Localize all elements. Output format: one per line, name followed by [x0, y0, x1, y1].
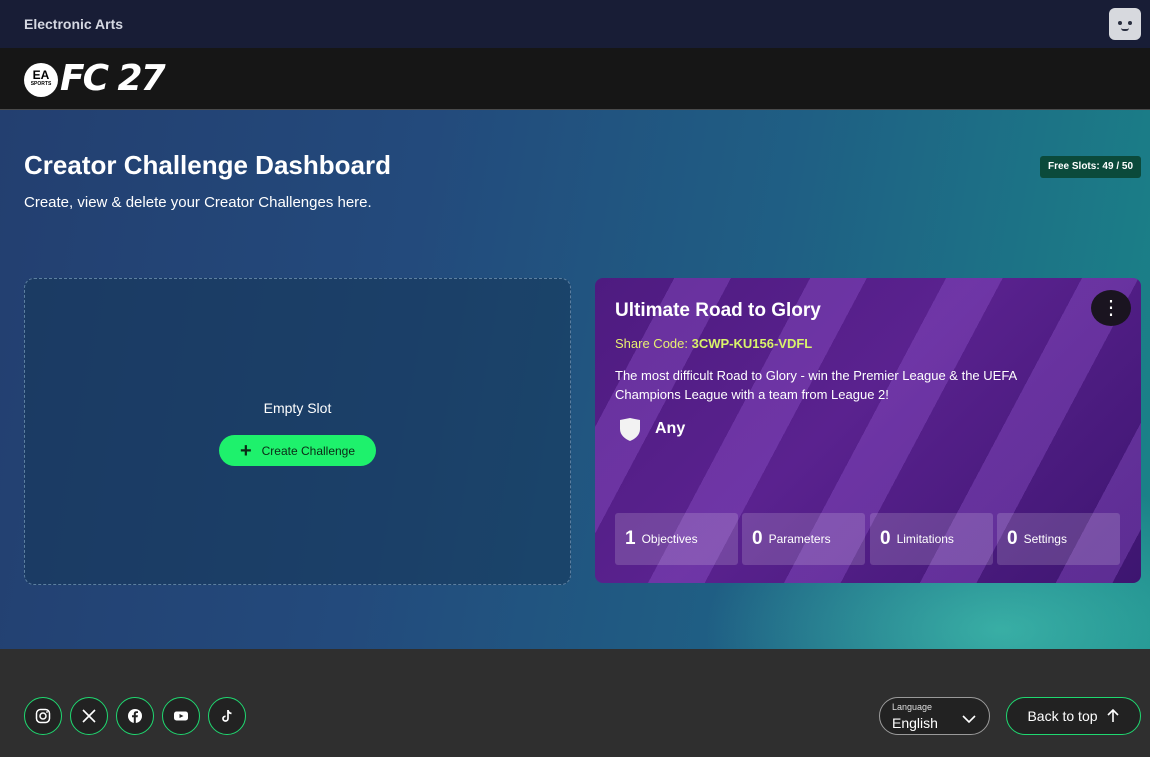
tiktok-link[interactable]: [208, 697, 246, 735]
stat-settings[interactable]: 0 Settings: [997, 513, 1120, 565]
ea-logo-text: EA: [32, 68, 50, 82]
create-challenge-button[interactable]: + Create Challenge: [219, 435, 376, 466]
share-code-label: Share Code:: [615, 336, 688, 351]
plus-icon: +: [239, 439, 252, 462]
back-to-top-button[interactable]: Back to top: [1006, 697, 1141, 735]
user-avatar[interactable]: [1109, 8, 1141, 40]
free-slots-badge: Free Slots: 49 / 50: [1040, 156, 1141, 178]
language-value: English: [892, 715, 938, 731]
stat-objectives[interactable]: 1 Objectives: [615, 513, 738, 565]
empty-slot-card: Empty Slot + Create Challenge: [24, 278, 571, 585]
more-options-button[interactable]: ⋮: [1091, 290, 1131, 326]
stat-count: 0: [752, 528, 763, 549]
facebook-link[interactable]: [116, 697, 154, 735]
stat-count: 1: [625, 528, 636, 549]
stat-label: Settings: [1023, 532, 1067, 546]
stat-parameters[interactable]: 0 Parameters: [742, 513, 865, 565]
stat-count: 0: [1007, 528, 1018, 549]
stat-limitations[interactable]: 0 Limitations: [870, 513, 993, 565]
stat-label: Objectives: [641, 532, 698, 546]
page-title: Creator Challenge Dashboard: [24, 150, 391, 180]
x-link[interactable]: [70, 697, 108, 735]
challenge-description: The most difficult Road to Glory - win t…: [615, 368, 1017, 402]
dashboard-hero: Creator Challenge Dashboard Create, view…: [0, 110, 1150, 649]
kebab-menu-icon: ⋮: [1101, 297, 1121, 319]
stat-count: 0: [880, 528, 891, 549]
x-icon: [82, 709, 96, 723]
logo-bar: EA SPORTS FC 27: [0, 48, 1150, 110]
fc27-logo[interactable]: FC 27: [60, 58, 166, 99]
avatar-eye: [1128, 21, 1132, 25]
empty-slot-label: Empty Slot: [263, 400, 332, 416]
page-subtitle: Create, view & delete your Creator Chall…: [24, 194, 372, 211]
share-code: Share Code: 3CWP-KU156-VDFL: [615, 336, 812, 351]
ea-brand-link[interactable]: Electronic Arts: [24, 16, 123, 32]
language-select[interactable]: Language English: [879, 697, 990, 735]
ea-sports-logo[interactable]: EA SPORTS: [24, 63, 58, 97]
avatar-eye: [1118, 21, 1122, 25]
stat-label: Parameters: [768, 532, 831, 546]
create-challenge-label: Create Challenge: [261, 443, 356, 458]
facebook-icon: [128, 709, 142, 723]
team-crest-icon: [620, 418, 640, 441]
chevron-down-icon: [962, 715, 976, 724]
arrow-up-icon: [1106, 709, 1119, 722]
footer: Language English Back to top: [0, 649, 1150, 757]
sports-logo-text: SPORTS: [30, 81, 52, 87]
tiktok-icon: [222, 710, 232, 722]
instagram-link[interactable]: [24, 697, 62, 735]
instagram-icon: [35, 708, 51, 724]
stat-label: Limitations: [896, 532, 954, 546]
language-caption: Language: [892, 702, 933, 712]
youtube-link[interactable]: [162, 697, 200, 735]
top-bar: Electronic Arts: [0, 0, 1150, 48]
youtube-icon: [174, 711, 188, 721]
back-to-top-label: Back to top: [1027, 708, 1098, 724]
challenge-title: Ultimate Road to Glory: [615, 300, 821, 321]
avatar-mouth: [1121, 28, 1129, 31]
share-code-value[interactable]: 3CWP-KU156-VDFL: [692, 336, 813, 351]
team-value: Any: [655, 420, 686, 437]
challenge-card[interactable]: Ultimate Road to Glory ⋮ Share Code: 3CW…: [595, 278, 1141, 583]
